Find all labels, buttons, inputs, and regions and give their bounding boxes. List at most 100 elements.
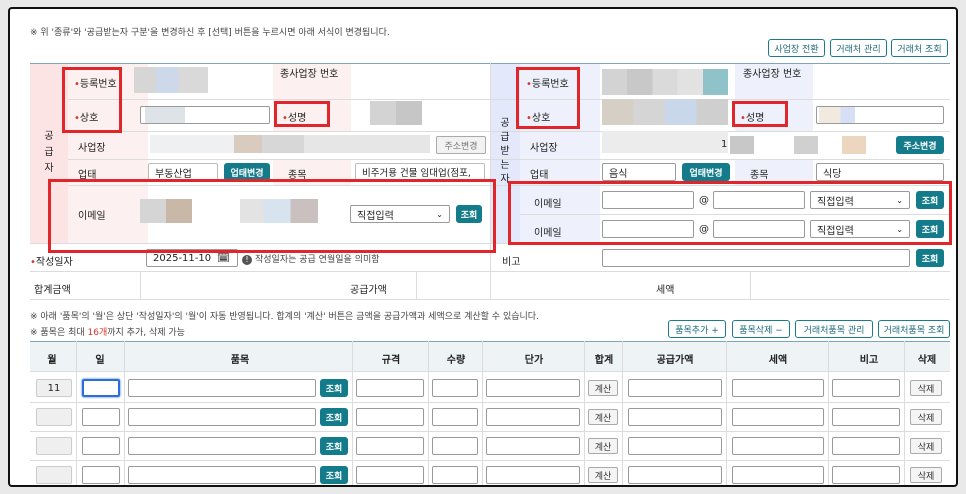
receiver-business-type-input[interactable]: 음식 <box>602 163 676 181</box>
supplier-item-label: 종목 <box>288 170 307 181</box>
table-row-remark-input[interactable] <box>832 466 900 484</box>
items-note-2: ※ 품목은 최대 16개까지 추가, 삭제 가능 <box>30 328 185 338</box>
supplier-name-input[interactable] <box>140 106 270 124</box>
manage-client-button[interactable]: 거래처 관리 <box>830 39 887 57</box>
lookup-client-button[interactable]: 거래처 조회 <box>891 39 948 57</box>
table-row-calc-button[interactable]: 계산 <box>588 380 618 396</box>
receiver-email1-domain-input[interactable] <box>713 191 805 209</box>
supplier-email-select[interactable]: 직접입력 ⌄ <box>350 205 450 223</box>
table-row-tax-input[interactable] <box>732 379 824 397</box>
table-row-tax-input[interactable] <box>732 466 824 484</box>
table-row-price-input[interactable] <box>486 466 580 484</box>
receiver-email1-lookup-button[interactable]: 조회 <box>916 191 944 209</box>
table-row-lookup-button[interactable]: 조회 <box>320 466 348 484</box>
table-row-qty-input[interactable] <box>432 437 478 455</box>
supplier-name-label: •상호 <box>74 113 99 124</box>
supplier-address-change-button[interactable]: 주소변경 <box>436 136 486 154</box>
table-row-price-input[interactable] <box>486 408 580 426</box>
date-input[interactable]: 2025-11-10 🗓 <box>146 249 238 267</box>
table-row-price-input[interactable] <box>486 437 580 455</box>
receiver-email2-at: @ <box>699 224 709 235</box>
receiver-address-value <box>602 131 728 153</box>
receiver-email2-id-input[interactable] <box>602 220 694 238</box>
calendar-icon[interactable]: 🗓 <box>217 253 230 264</box>
table-row-delete-button[interactable]: 삭제 <box>910 409 942 425</box>
table-row-spec-input[interactable] <box>356 437 424 455</box>
receiver-person-input[interactable] <box>816 106 944 124</box>
table-row-tax-input[interactable] <box>732 437 824 455</box>
table-row-supply-input[interactable] <box>628 466 722 484</box>
table-row-month: 11 <box>36 379 72 397</box>
remark-input[interactable] <box>602 249 910 267</box>
table-row-spec-input[interactable] <box>356 408 424 426</box>
table-row-lookup-button[interactable]: 조회 <box>320 437 348 455</box>
table-row-item-input[interactable] <box>128 408 316 426</box>
table-row-calc-button[interactable]: 계산 <box>588 409 618 425</box>
table-row-delete-button[interactable]: 삭제 <box>910 380 942 396</box>
supplier-item-input[interactable]: 비주거용 건물 임대업(점포, <box>355 163 485 181</box>
table-row-remark-input[interactable] <box>832 408 900 426</box>
supplier-reg-no-value <box>134 67 208 93</box>
receiver-reg-no-label: •등록번호 <box>526 79 569 90</box>
table-row-spec-input[interactable] <box>356 379 424 397</box>
table-row-month <box>36 408 72 426</box>
remark-lookup-button[interactable]: 조회 <box>916 249 944 267</box>
table-row-supply-input[interactable] <box>628 408 722 426</box>
lookup-client-items-button[interactable]: 거래처품목 조회 <box>878 320 950 338</box>
table-row-calc-button[interactable]: 계산 <box>588 438 618 454</box>
receiver-business-change-button[interactable]: 업태변경 <box>682 163 730 181</box>
supplier-email-lookup-button[interactable]: 조회 <box>456 205 482 223</box>
add-item-button[interactable]: 품목추가 + <box>668 320 726 338</box>
table-row-item-input[interactable] <box>128 437 316 455</box>
table-row-item-input[interactable] <box>128 466 316 484</box>
supplier-reg-no-label: •등록번호 <box>74 79 117 90</box>
table-row-qty-input[interactable] <box>432 466 478 484</box>
table-row-tax-input[interactable] <box>732 408 824 426</box>
col-item: 품목 <box>230 355 250 366</box>
table-row-spec-input[interactable] <box>356 466 424 484</box>
receiver-email2-label: 이메일 <box>534 228 562 239</box>
table-row-remark-input[interactable] <box>832 437 900 455</box>
receiver-address-label: 사업장 <box>530 143 558 154</box>
table-row-price-input[interactable] <box>486 379 580 397</box>
supplier-business-type-input[interactable]: 부동산업 <box>148 163 218 181</box>
supplier-address-label: 사업장 <box>78 143 106 154</box>
receiver-email1-id-input[interactable] <box>602 191 694 209</box>
delete-item-button[interactable]: 품목삭제 − <box>732 320 790 338</box>
receiver-address-change-button[interactable]: 주소변경 <box>896 136 944 154</box>
table-row-delete-button[interactable]: 삭제 <box>910 467 942 483</box>
receiver-email2-domain-input[interactable] <box>713 220 805 238</box>
table-row-delete-button[interactable]: 삭제 <box>910 438 942 454</box>
receiver-side-label: 공급받는자 <box>500 118 510 185</box>
supplier-sub-biz-label: 종사업장 번호 <box>280 69 339 80</box>
table-row-calc-button[interactable]: 계산 <box>588 467 618 483</box>
table-row-remark-input[interactable] <box>832 379 900 397</box>
table-row-qty-input[interactable] <box>432 408 478 426</box>
table-row-month <box>36 466 72 484</box>
receiver-email2-lookup-button[interactable]: 조회 <box>916 220 944 238</box>
table-row-supply-input[interactable] <box>628 379 722 397</box>
receiver-reg-no-value <box>602 69 728 95</box>
supplier-side-label: 공급자 <box>44 131 54 174</box>
total-amount-label: 합계금액 <box>34 285 71 296</box>
table-row-day-input[interactable] <box>82 379 120 397</box>
col-remark: 비고 <box>859 355 879 366</box>
table-row-lookup-button[interactable]: 조회 <box>320 379 348 397</box>
switch-workplace-button[interactable]: 사업장 전환 <box>768 39 825 57</box>
table-row-item-input[interactable] <box>128 379 316 397</box>
receiver-name-label: •상호 <box>526 113 551 124</box>
supplier-business-change-button[interactable]: 업태변경 <box>224 163 270 181</box>
col-supply: 공급가액 <box>656 355 694 366</box>
table-row-lookup-button[interactable]: 조회 <box>320 408 348 426</box>
table-row-day-input[interactable] <box>82 466 120 484</box>
receiver-email1-select[interactable]: 직접입력 ⌄ <box>810 191 910 209</box>
table-row-supply-input[interactable] <box>628 437 722 455</box>
table-row-qty-input[interactable] <box>432 379 478 397</box>
table-row-day-input[interactable] <box>82 437 120 455</box>
chevron-down-icon: ⌄ <box>436 209 443 219</box>
receiver-item-label: 종목 <box>750 170 769 181</box>
receiver-item-input[interactable]: 식당 <box>816 163 944 181</box>
manage-client-items-button[interactable]: 거래처품목 관리 <box>795 320 873 338</box>
receiver-email2-select[interactable]: 직접입력 ⌄ <box>810 220 910 238</box>
table-row-day-input[interactable] <box>82 408 120 426</box>
